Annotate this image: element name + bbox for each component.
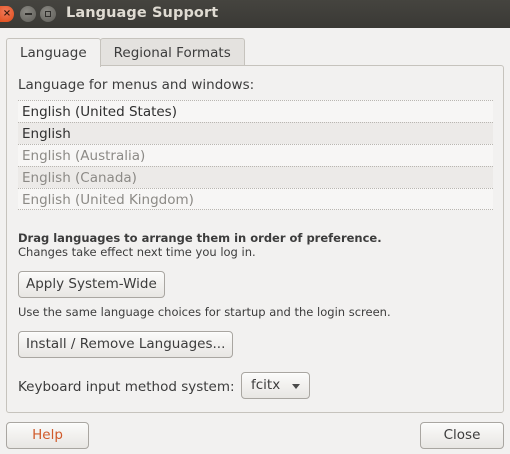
tab-regional-formats[interactable]: Regional Formats bbox=[99, 38, 245, 66]
language-item[interactable]: English (Canada) bbox=[18, 166, 493, 188]
language-item[interactable]: English (United States) bbox=[18, 100, 493, 122]
language-item[interactable]: English (United Kingdom) bbox=[18, 188, 493, 210]
language-list[interactable]: English (United States) English English … bbox=[18, 100, 493, 210]
maximize-window-button[interactable] bbox=[40, 6, 56, 22]
keyboard-input-method-value: fcitx bbox=[251, 377, 281, 393]
close-icon: × bbox=[2, 8, 12, 19]
language-list-heading: Language for menus and windows: bbox=[18, 77, 255, 93]
apply-system-wide-button[interactable]: Apply System-Wide bbox=[18, 271, 165, 298]
close-button[interactable]: Close bbox=[420, 422, 504, 449]
language-tab-panel: Language for menus and windows: English … bbox=[6, 65, 504, 413]
minimize-window-button[interactable] bbox=[20, 6, 36, 22]
window-titlebar: × Language Support bbox=[0, 0, 510, 28]
window-title: Language Support bbox=[66, 5, 219, 21]
drag-hint: Drag languages to arrange them in order … bbox=[18, 231, 382, 245]
close-window-button[interactable]: × bbox=[0, 6, 14, 22]
minimize-icon bbox=[24, 13, 32, 15]
language-item[interactable]: English (Australia) bbox=[18, 144, 493, 166]
language-item[interactable]: English bbox=[18, 122, 493, 144]
tab-language[interactable]: Language bbox=[6, 38, 101, 67]
apply-description: Use the same language choices for startu… bbox=[18, 305, 391, 319]
keyboard-input-label: Keyboard input method system: bbox=[18, 379, 235, 395]
keyboard-input-method-select[interactable]: fcitx bbox=[241, 372, 310, 399]
help-button[interactable]: Help bbox=[6, 422, 89, 449]
maximize-icon bbox=[45, 11, 51, 17]
install-remove-languages-button[interactable]: Install / Remove Languages... bbox=[18, 331, 234, 358]
change-hint: Changes take effect next time you log in… bbox=[18, 245, 256, 259]
chevron-down-icon bbox=[292, 384, 300, 389]
tab-bar: Language Regional Formats bbox=[6, 38, 245, 67]
